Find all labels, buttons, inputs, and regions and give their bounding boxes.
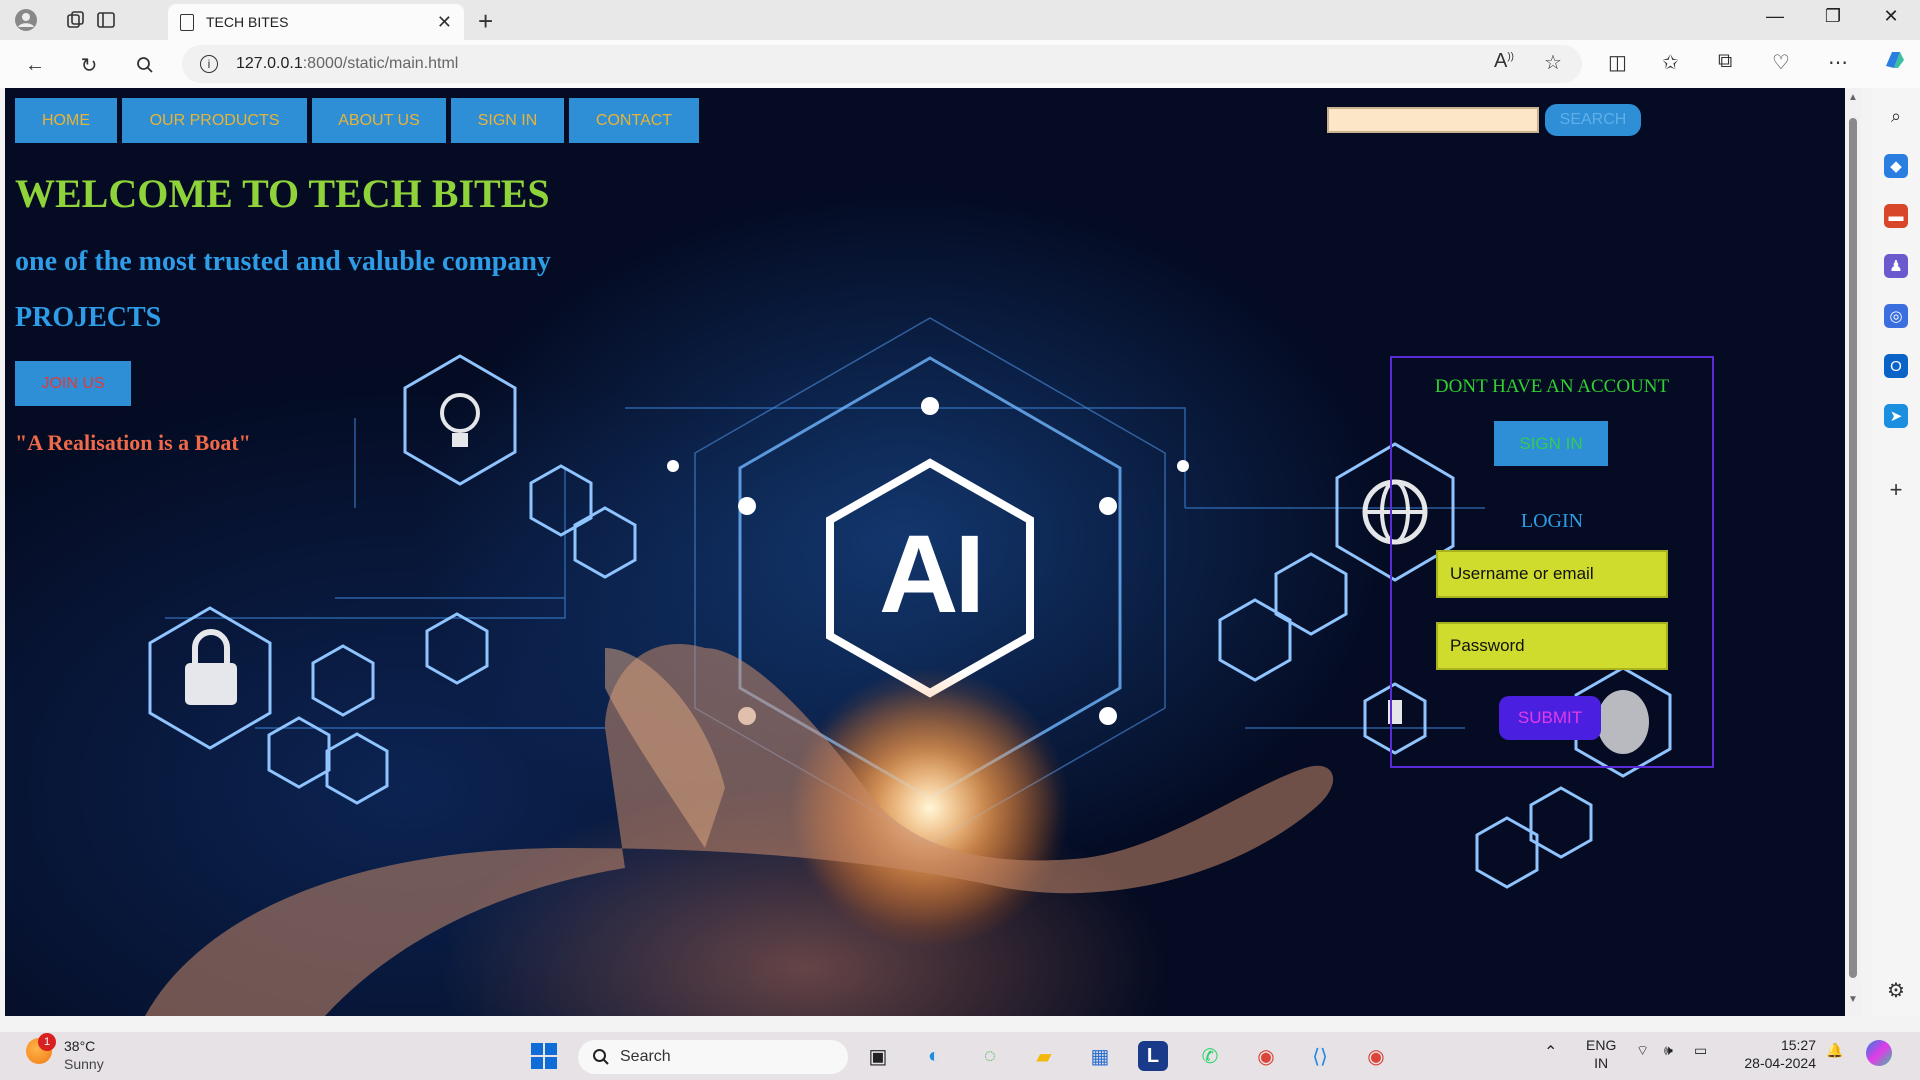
vertical-tabs-icon[interactable] xyxy=(92,6,120,34)
volume-icon[interactable]: 🕪 xyxy=(1664,1042,1673,1059)
nav-our-products[interactable]: OUR PRODUCTS xyxy=(122,98,307,143)
whatsapp-icon[interactable]: ✆ xyxy=(1192,1038,1228,1074)
vscode-icon[interactable]: ⟨⟩ xyxy=(1302,1038,1338,1074)
page-viewport: AI HOME OUR PRODUCTS ABOUT US SIGN IN CO… xyxy=(5,88,1845,1016)
url-text: 127.0.0.1:8000/static/main.html xyxy=(236,55,459,72)
site-info-icon[interactable]: i xyxy=(200,55,218,73)
lang-top: ENG xyxy=(1586,1037,1617,1053)
refresh-icon[interactable]: ↻ xyxy=(74,50,104,80)
new-tab-icon[interactable]: + xyxy=(478,6,493,37)
copilot-icon[interactable] xyxy=(1880,46,1908,80)
weather-desc[interactable]: Sunny xyxy=(64,1056,104,1072)
join-us-button[interactable]: JOIN US xyxy=(15,361,131,406)
nav-about-us[interactable]: ABOUT US xyxy=(312,98,446,143)
back-icon[interactable]: ← xyxy=(20,50,50,80)
scroll-up-icon[interactable]: ▲ xyxy=(1848,92,1858,103)
more-options-icon[interactable]: ⋯ xyxy=(1828,50,1848,75)
workspaces-icon[interactable] xyxy=(62,6,90,34)
store-icon[interactable]: ▦ xyxy=(1082,1038,1118,1074)
language-indicator[interactable]: ENG IN xyxy=(1586,1036,1616,1072)
restore-icon[interactable]: ❐ xyxy=(1810,6,1856,27)
address-bar[interactable]: i 127.0.0.1:8000/static/main.html xyxy=(182,45,1582,83)
collections-icon[interactable]: ⧉ xyxy=(1718,50,1732,73)
main-nav: HOME OUR PRODUCTS ABOUT US SIGN IN CONTA… xyxy=(15,98,699,143)
read-aloud-icon[interactable]: A)) xyxy=(1494,50,1514,73)
login-panel: DONT HAVE AN ACCOUNT SIGN IN LOGIN Usern… xyxy=(1390,356,1714,768)
wifi-icon[interactable]: ⌔ xyxy=(1636,1042,1649,1060)
quote-text: "A Realisation is a Boat" xyxy=(15,430,251,455)
show-hidden-icons[interactable]: ⌃ xyxy=(1544,1042,1557,1062)
split-screen-icon[interactable]: ◫ xyxy=(1608,50,1627,75)
submit-button[interactable]: SUBMIT xyxy=(1499,696,1601,740)
profile-icon[interactable] xyxy=(12,6,40,34)
windows-taskbar: 1 38°C Sunny Search ▣ ◐ ◌ ▰ ▦ L ✆ ◉ ⟨⟩ ◉… xyxy=(0,1032,1920,1080)
battery-icon[interactable]: ▭ xyxy=(1694,1042,1707,1059)
password-field[interactable]: Password xyxy=(1436,622,1668,670)
sidebar-settings-icon[interactable]: ⚙ xyxy=(1884,978,1908,1002)
tools-icon[interactable]: ▬ xyxy=(1884,204,1908,228)
send-icon[interactable]: ➤ xyxy=(1884,404,1908,428)
weather-badge: 1 xyxy=(38,1033,56,1051)
favorite-star-icon[interactable]: ☆ xyxy=(1544,50,1562,75)
clock-date: 28-04-2024 xyxy=(1744,1055,1816,1071)
username-field[interactable]: Username or email xyxy=(1436,550,1668,598)
no-account-heading: DONT HAVE AN ACCOUNT xyxy=(1434,376,1670,397)
site-search-input[interactable] xyxy=(1327,107,1539,133)
page-scrollbar[interactable]: ▲ ▼ xyxy=(1845,88,1861,1016)
browser-essentials-icon[interactable]: ♡ xyxy=(1772,50,1790,75)
welcome-heading: WELCOME TO TECH BITES xyxy=(15,171,550,216)
search-icon[interactable] xyxy=(130,50,160,80)
active-tab[interactable]: TECH BITES ✕ xyxy=(168,4,464,40)
taskbar-search-label: Search xyxy=(620,1048,671,1065)
chrome-profile-icon[interactable]: ◉ xyxy=(1358,1038,1394,1074)
refresh-app-icon[interactable]: ◌ xyxy=(972,1038,1008,1074)
task-view-icon[interactable]: ▣ xyxy=(860,1038,896,1074)
browser-toolbar: ← ↻ i 127.0.0.1:8000/static/main.html A)… xyxy=(0,40,1920,88)
favorites-icon[interactable]: ✩ xyxy=(1662,50,1679,75)
m365-icon[interactable]: ◎ xyxy=(1884,304,1908,328)
subtitle-heading: one of the most trusted and valuble comp… xyxy=(15,246,551,277)
weather-temp[interactable]: 38°C xyxy=(64,1038,95,1054)
page-icon xyxy=(180,13,194,31)
games-icon[interactable]: ♟ xyxy=(1884,254,1908,278)
file-explorer-icon[interactable]: ▰ xyxy=(1026,1038,1062,1074)
login-heading: LOGIN xyxy=(1520,510,1584,532)
scrollbar-thumb[interactable] xyxy=(1849,118,1857,978)
panel-sign-in-button[interactable]: SIGN IN xyxy=(1494,421,1608,466)
taskbar-search-icon xyxy=(593,1049,609,1065)
scroll-down-icon[interactable]: ▼ xyxy=(1848,994,1858,1005)
chrome-icon[interactable]: ◉ xyxy=(1248,1038,1284,1074)
edge-sidebar: ⌕ ◆ ▬ ♟ ◎ O ➤ + ⚙ xyxy=(1872,88,1920,1016)
nav-home[interactable]: HOME xyxy=(15,98,117,143)
nav-sign-in[interactable]: SIGN IN xyxy=(451,98,564,143)
close-tab-icon[interactable]: ✕ xyxy=(437,12,452,33)
edge-icon[interactable]: ◐ xyxy=(916,1038,952,1074)
lang-bottom: IN xyxy=(1594,1055,1609,1071)
l-app-icon[interactable]: L xyxy=(1138,1041,1168,1071)
sidebar-search-icon[interactable]: ⌕ xyxy=(1884,104,1908,128)
notification-bell-icon[interactable]: 🔔 xyxy=(1826,1042,1843,1059)
projects-heading: PROJECTS xyxy=(15,302,162,333)
copilot-taskbar-icon[interactable] xyxy=(1866,1040,1892,1066)
shopping-tag-icon[interactable]: ◆ xyxy=(1884,154,1908,178)
clock[interactable]: 15:27 28-04-2024 xyxy=(1734,1036,1816,1072)
ai-logo-text: AI xyxy=(879,513,985,636)
close-window-icon[interactable]: ✕ xyxy=(1868,6,1914,27)
outlook-icon[interactable]: O xyxy=(1884,354,1908,378)
nav-contact[interactable]: CONTACT xyxy=(569,98,699,143)
minimize-icon[interactable]: — xyxy=(1752,6,1798,27)
tab-title: TECH BITES xyxy=(206,14,289,30)
clock-time: 15:27 xyxy=(1780,1037,1816,1053)
start-icon[interactable] xyxy=(526,1038,562,1074)
browser-tab-bar: TECH BITES ✕ + — ❐ ✕ xyxy=(0,0,1920,40)
taskbar-search[interactable]: Search xyxy=(578,1040,848,1074)
site-search-button[interactable]: SEARCH xyxy=(1545,104,1641,136)
add-sidebar-app-icon[interactable]: + xyxy=(1884,477,1908,502)
